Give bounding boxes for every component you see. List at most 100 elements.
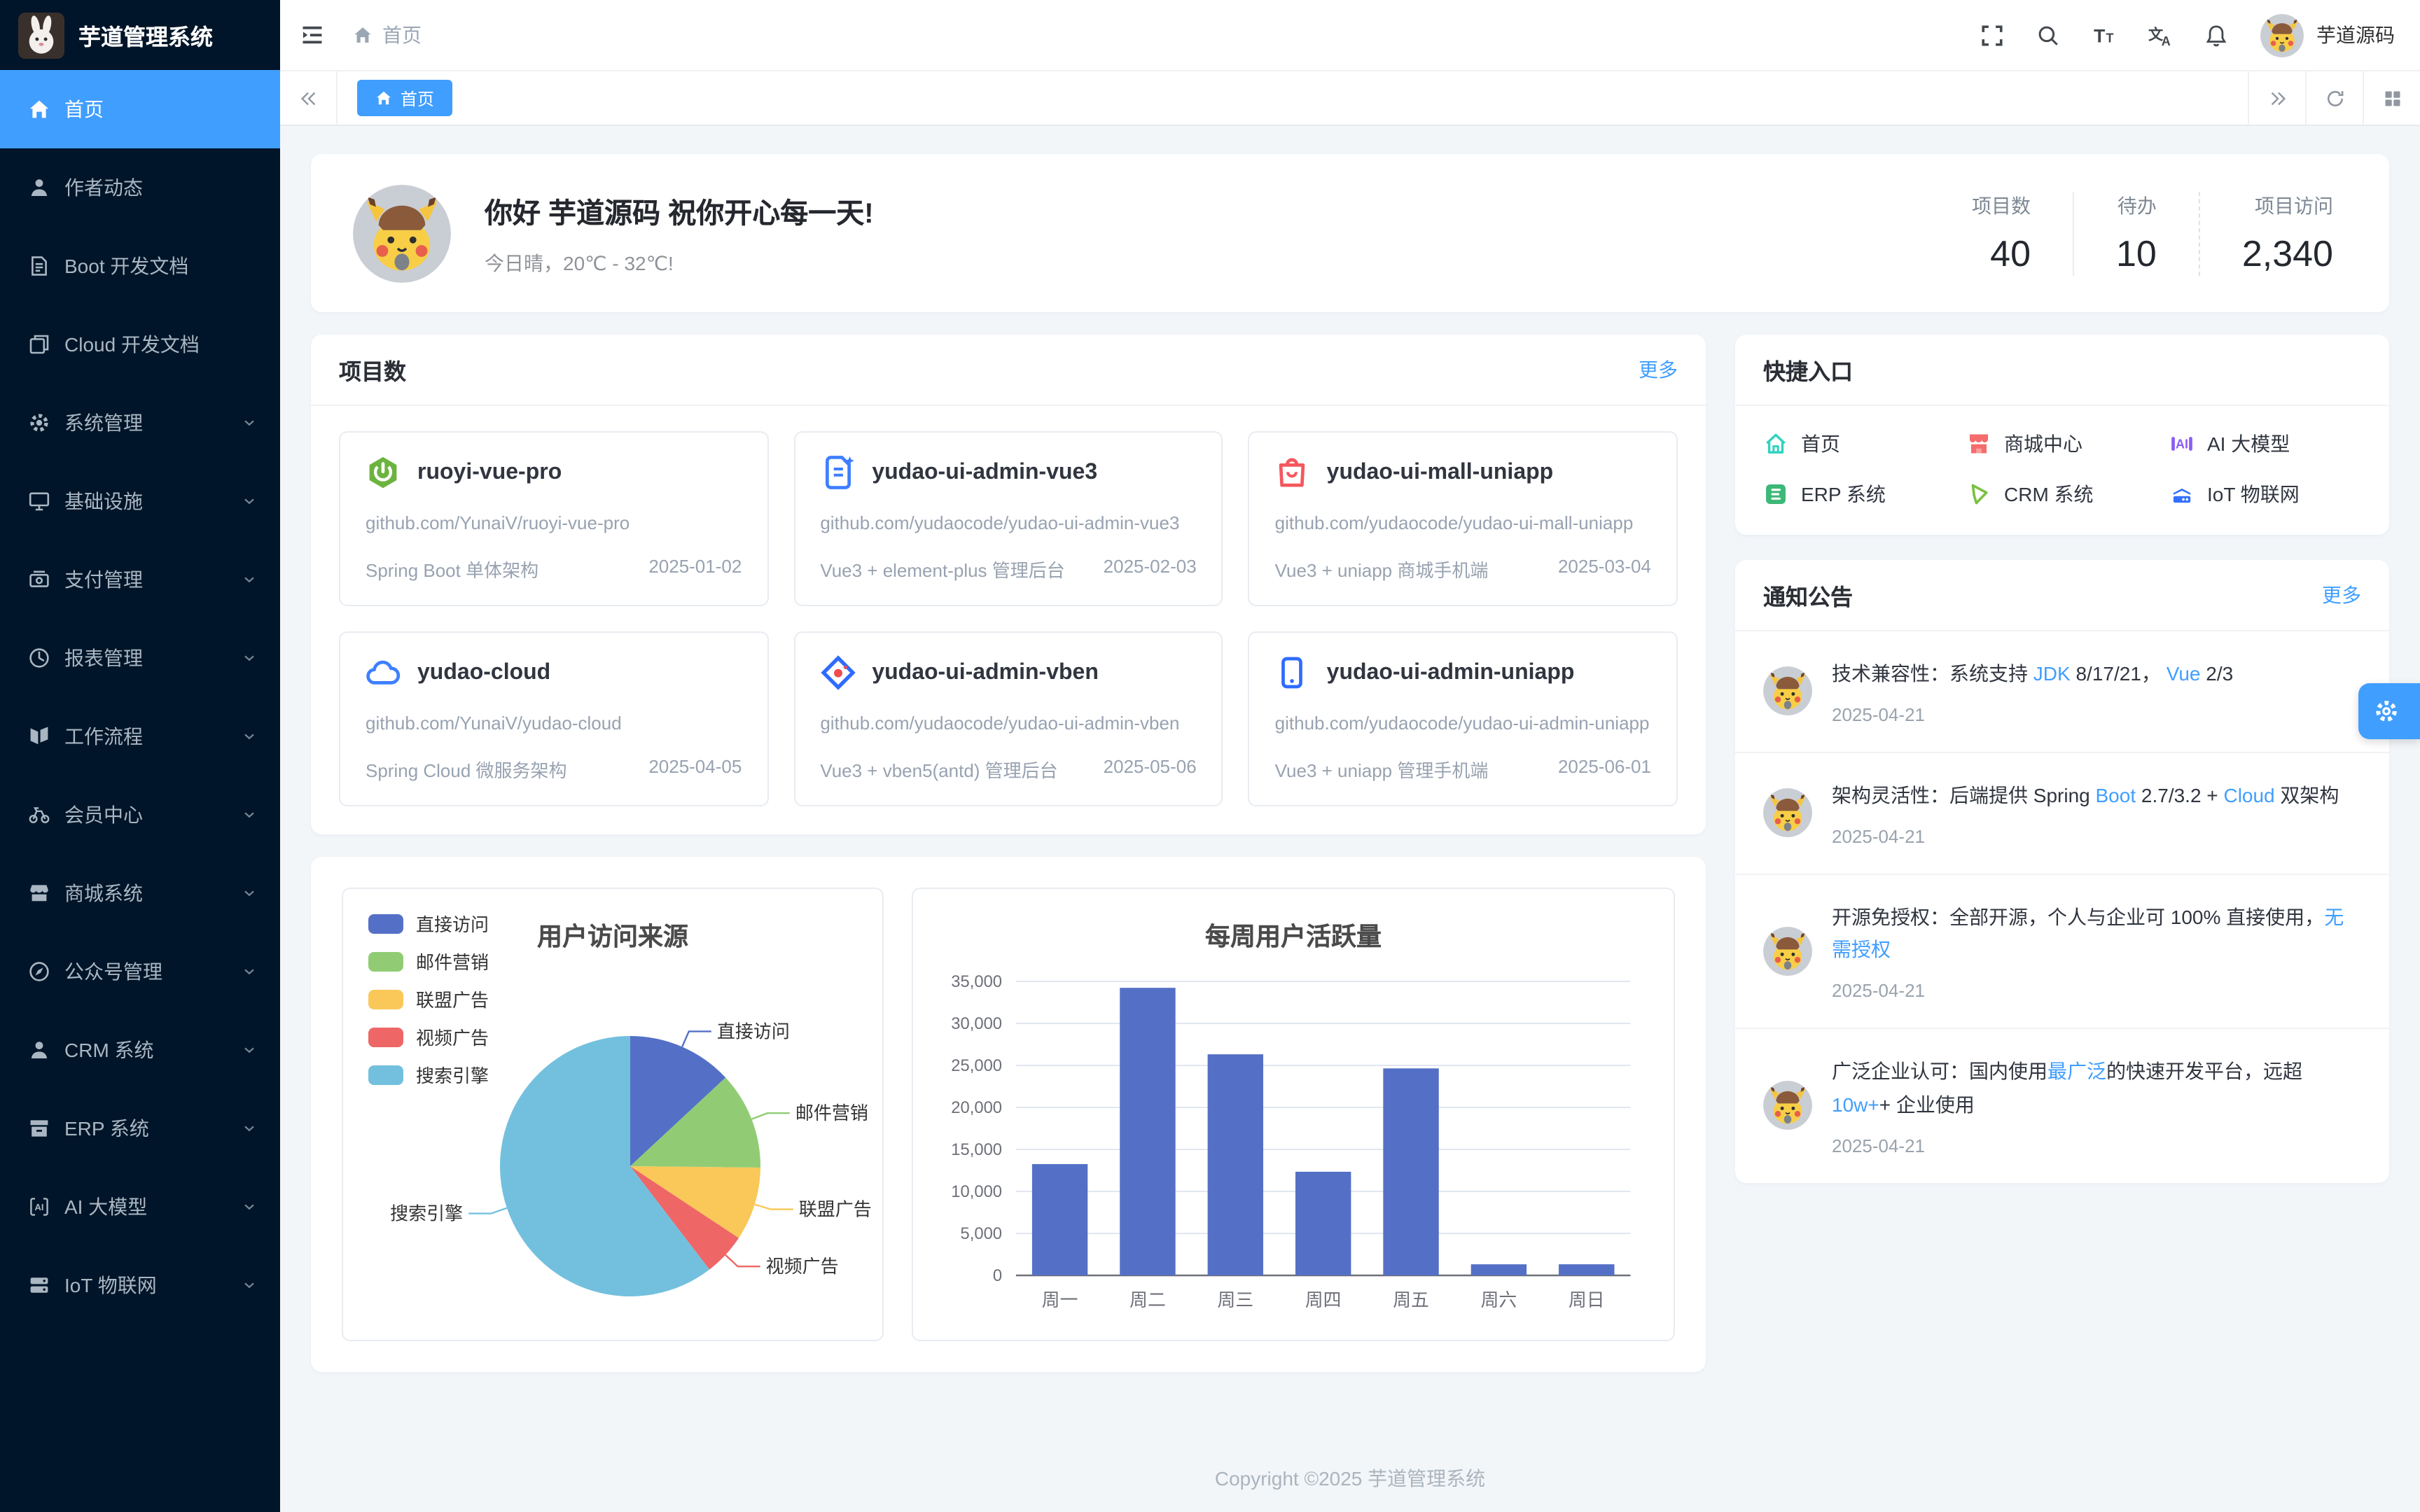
footer-copyright: Copyright ©2025 芋道管理系统 [311, 1442, 2389, 1512]
project-card[interactable]: yudao-ui-mall-uniapp github.com/yudaocod… [1249, 431, 1678, 606]
legend-item[interactable]: 视频广告 [368, 1024, 489, 1051]
project-footer: Vue3 + uniapp 商城手机端 2025-03-04 [1275, 556, 1651, 582]
notices-more-link[interactable]: 更多 [2322, 581, 2361, 609]
sidebar-item[interactable]: 基础设施 [0, 462, 280, 540]
svg-text:25,000: 25,000 [951, 1056, 1002, 1075]
font-size-icon[interactable]: TT [2092, 23, 2116, 47]
breadcrumb[interactable]: 首页 [353, 21, 422, 49]
notice-item[interactable]: 架构灵活性：后端提供 Spring Boot 2.7/3.2 + Cloud 双… [1735, 752, 2389, 874]
fullscreen-icon[interactable] [1980, 23, 2004, 47]
sidebar-item[interactable]: ERP 系统 [0, 1089, 280, 1168]
project-footer: Spring Boot 单体架构 2025-01-02 [366, 556, 742, 582]
notice-body: 广泛企业认可：国内使用最广泛的快速开发平台，远超 10w++ 企业使用 2025… [1832, 1056, 2361, 1156]
project-card[interactable]: yudao-ui-admin-vben github.com/yudaocode… [793, 631, 1223, 806]
chevron-down-icon [241, 571, 258, 588]
theme-settings-button[interactable] [2358, 683, 2420, 739]
sidebar-item-icon [28, 176, 50, 199]
user-menu[interactable]: 芋道源码 [2260, 13, 2395, 57]
user-avatar [2260, 13, 2304, 57]
sidebar-item[interactable]: 系统管理 [0, 384, 280, 462]
notice-item[interactable]: 广泛企业认可：国内使用最广泛的快速开发平台，远超 10w++ 企业使用 2025… [1735, 1028, 2389, 1182]
sidebar-item[interactable]: 报表管理 [0, 619, 280, 697]
project-url: github.com/YunaiV/yudao-cloud [366, 710, 742, 738]
notification-bell-icon[interactable] [2204, 23, 2228, 47]
sidebar-item[interactable]: 商城系统 [0, 854, 280, 932]
app-logo[interactable]: 芋道管理系统 [0, 0, 280, 70]
tab-home[interactable]: 首页 [357, 80, 452, 116]
quick-entry-item[interactable]: CRM 系统 [1966, 480, 2158, 508]
project-card[interactable]: yudao-ui-admin-uniapp github.com/yudaoco… [1249, 631, 1678, 806]
sidebar-item-icon [28, 1039, 50, 1061]
scroll-tabs-left-button[interactable] [280, 71, 338, 125]
sidebar-item-label: 工作流程 [64, 722, 227, 750]
project-desc: Vue3 + vben5(antd) 管理后台 [820, 757, 1057, 783]
sidebar-item[interactable]: 会员中心 [0, 776, 280, 854]
sidebar-item[interactable]: 支付管理 [0, 540, 280, 619]
project-card[interactable]: yudao-cloud github.com/YunaiV/yudao-clou… [339, 631, 768, 806]
quick-entry-header: 快捷入口 [1735, 335, 2389, 406]
legend-swatch [368, 914, 403, 934]
sidebar-item[interactable]: Boot 开发文档 [0, 227, 280, 305]
notice-item[interactable]: 开源免授权：全部开源，个人与企业可 100% 直接使用，无需授权 2025-04… [1735, 873, 2389, 1028]
main-shell: 首页 TT 文A 芋道源码 首页 [280, 0, 2420, 1512]
legend-item[interactable]: 邮件营销 [368, 948, 489, 975]
quick-entry-item[interactable]: AI AI 大模型 [2169, 430, 2361, 458]
collapse-sidebar-icon[interactable] [300, 22, 325, 48]
svg-text:T: T [2106, 31, 2114, 45]
sidebar: 芋道管理系统 首页 作者动态 Boot 开发文档 [0, 0, 280, 1512]
quick-entry-label: IoT 物联网 [2207, 480, 2300, 508]
legend-item[interactable]: 直接访问 [368, 911, 489, 937]
legend-swatch [368, 1028, 403, 1047]
sidebar-item-icon [28, 647, 50, 669]
sidebar-item[interactable]: 首页 [0, 70, 280, 148]
stat-value: 10 [2116, 232, 2157, 275]
sidebar-item[interactable]: 作者动态 [0, 148, 280, 227]
language-icon[interactable]: 文A [2148, 23, 2172, 47]
user-name: 芋道源码 [2316, 21, 2395, 49]
legend-swatch [368, 952, 403, 972]
svg-text:15,000: 15,000 [951, 1140, 1002, 1159]
notice-date: 2025-04-21 [1832, 704, 2361, 725]
notice-text: 架构灵活性：后端提供 Spring Boot 2.7/3.2 + Cloud 双… [1832, 780, 2361, 813]
project-icon [1275, 455, 1310, 490]
sidebar-item-icon: AI [28, 1196, 50, 1218]
sidebar-item-label: CRM 系统 [64, 1036, 227, 1064]
project-card[interactable]: yudao-ui-admin-vue3 github.com/yudaocode… [793, 431, 1223, 606]
sidebar-item[interactable]: CRM 系统 [0, 1011, 280, 1089]
sidebar-item-icon [28, 1274, 50, 1296]
sidebar-item[interactable]: 工作流程 [0, 697, 280, 776]
sidebar-item-label: IoT 物联网 [64, 1271, 227, 1299]
svg-text:30,000: 30,000 [951, 1014, 1002, 1033]
quick-entry-item[interactable]: IoT 物联网 [2169, 480, 2361, 508]
left-column: 项目数 更多 ruoyi-vue-pro [311, 335, 1706, 1373]
project-url: github.com/yudaocode/yudao-ui-admin-unia… [1275, 710, 1651, 738]
quick-entry-item[interactable]: ERP 系统 [1763, 480, 1955, 508]
right-column: 快捷入口 首页 [1735, 335, 2389, 1183]
sidebar-item-label: 会员中心 [64, 801, 227, 829]
refresh-tab-button[interactable] [2305, 71, 2363, 125]
sidebar-item[interactable]: 公众号管理 [0, 932, 280, 1011]
notices-panel: 通知公告 更多 技术兼容性：系统支持 JDK 8/17/21， Vue 2/3 [1735, 560, 2389, 1183]
sidebar-item[interactable]: AI AI 大模型 [0, 1168, 280, 1246]
stat-label: 项目数 [1972, 191, 2031, 219]
project-footer: Vue3 + element-plus 管理后台 2025-02-03 [820, 556, 1196, 582]
project-card[interactable]: ruoyi-vue-pro github.com/YunaiV/ruoyi-vu… [339, 431, 768, 606]
tab-options-button[interactable] [2363, 71, 2420, 125]
sidebar-item[interactable]: Cloud 开发文档 [0, 305, 280, 384]
legend-item[interactable]: 搜索引擎 [368, 1062, 489, 1088]
chevron-down-icon [241, 650, 258, 666]
quick-entry-item[interactable]: 首页 [1763, 430, 1955, 458]
project-date: 2025-04-05 [648, 757, 742, 783]
stat-value: 40 [1972, 232, 2031, 275]
notice-item[interactable]: 技术兼容性：系统支持 JDK 8/17/21， Vue 2/3 2025-04-… [1735, 631, 2389, 752]
quick-entry-item[interactable]: 商城中心 [1966, 430, 2158, 458]
search-icon[interactable] [2036, 23, 2060, 47]
legend-item[interactable]: 联盟广告 [368, 986, 489, 1013]
svg-text:10,000: 10,000 [951, 1182, 1002, 1201]
sidebar-item[interactable]: IoT 物联网 [0, 1246, 280, 1324]
svg-text:5,000: 5,000 [960, 1224, 1002, 1243]
projects-more-link[interactable]: 更多 [1639, 356, 1678, 384]
project-desc: Vue3 + uniapp 商城手机端 [1275, 556, 1489, 582]
scroll-tabs-right-button[interactable] [2248, 71, 2305, 125]
notice-text: 广泛企业认可：国内使用最广泛的快速开发平台，远超 10w++ 企业使用 [1832, 1056, 2361, 1122]
